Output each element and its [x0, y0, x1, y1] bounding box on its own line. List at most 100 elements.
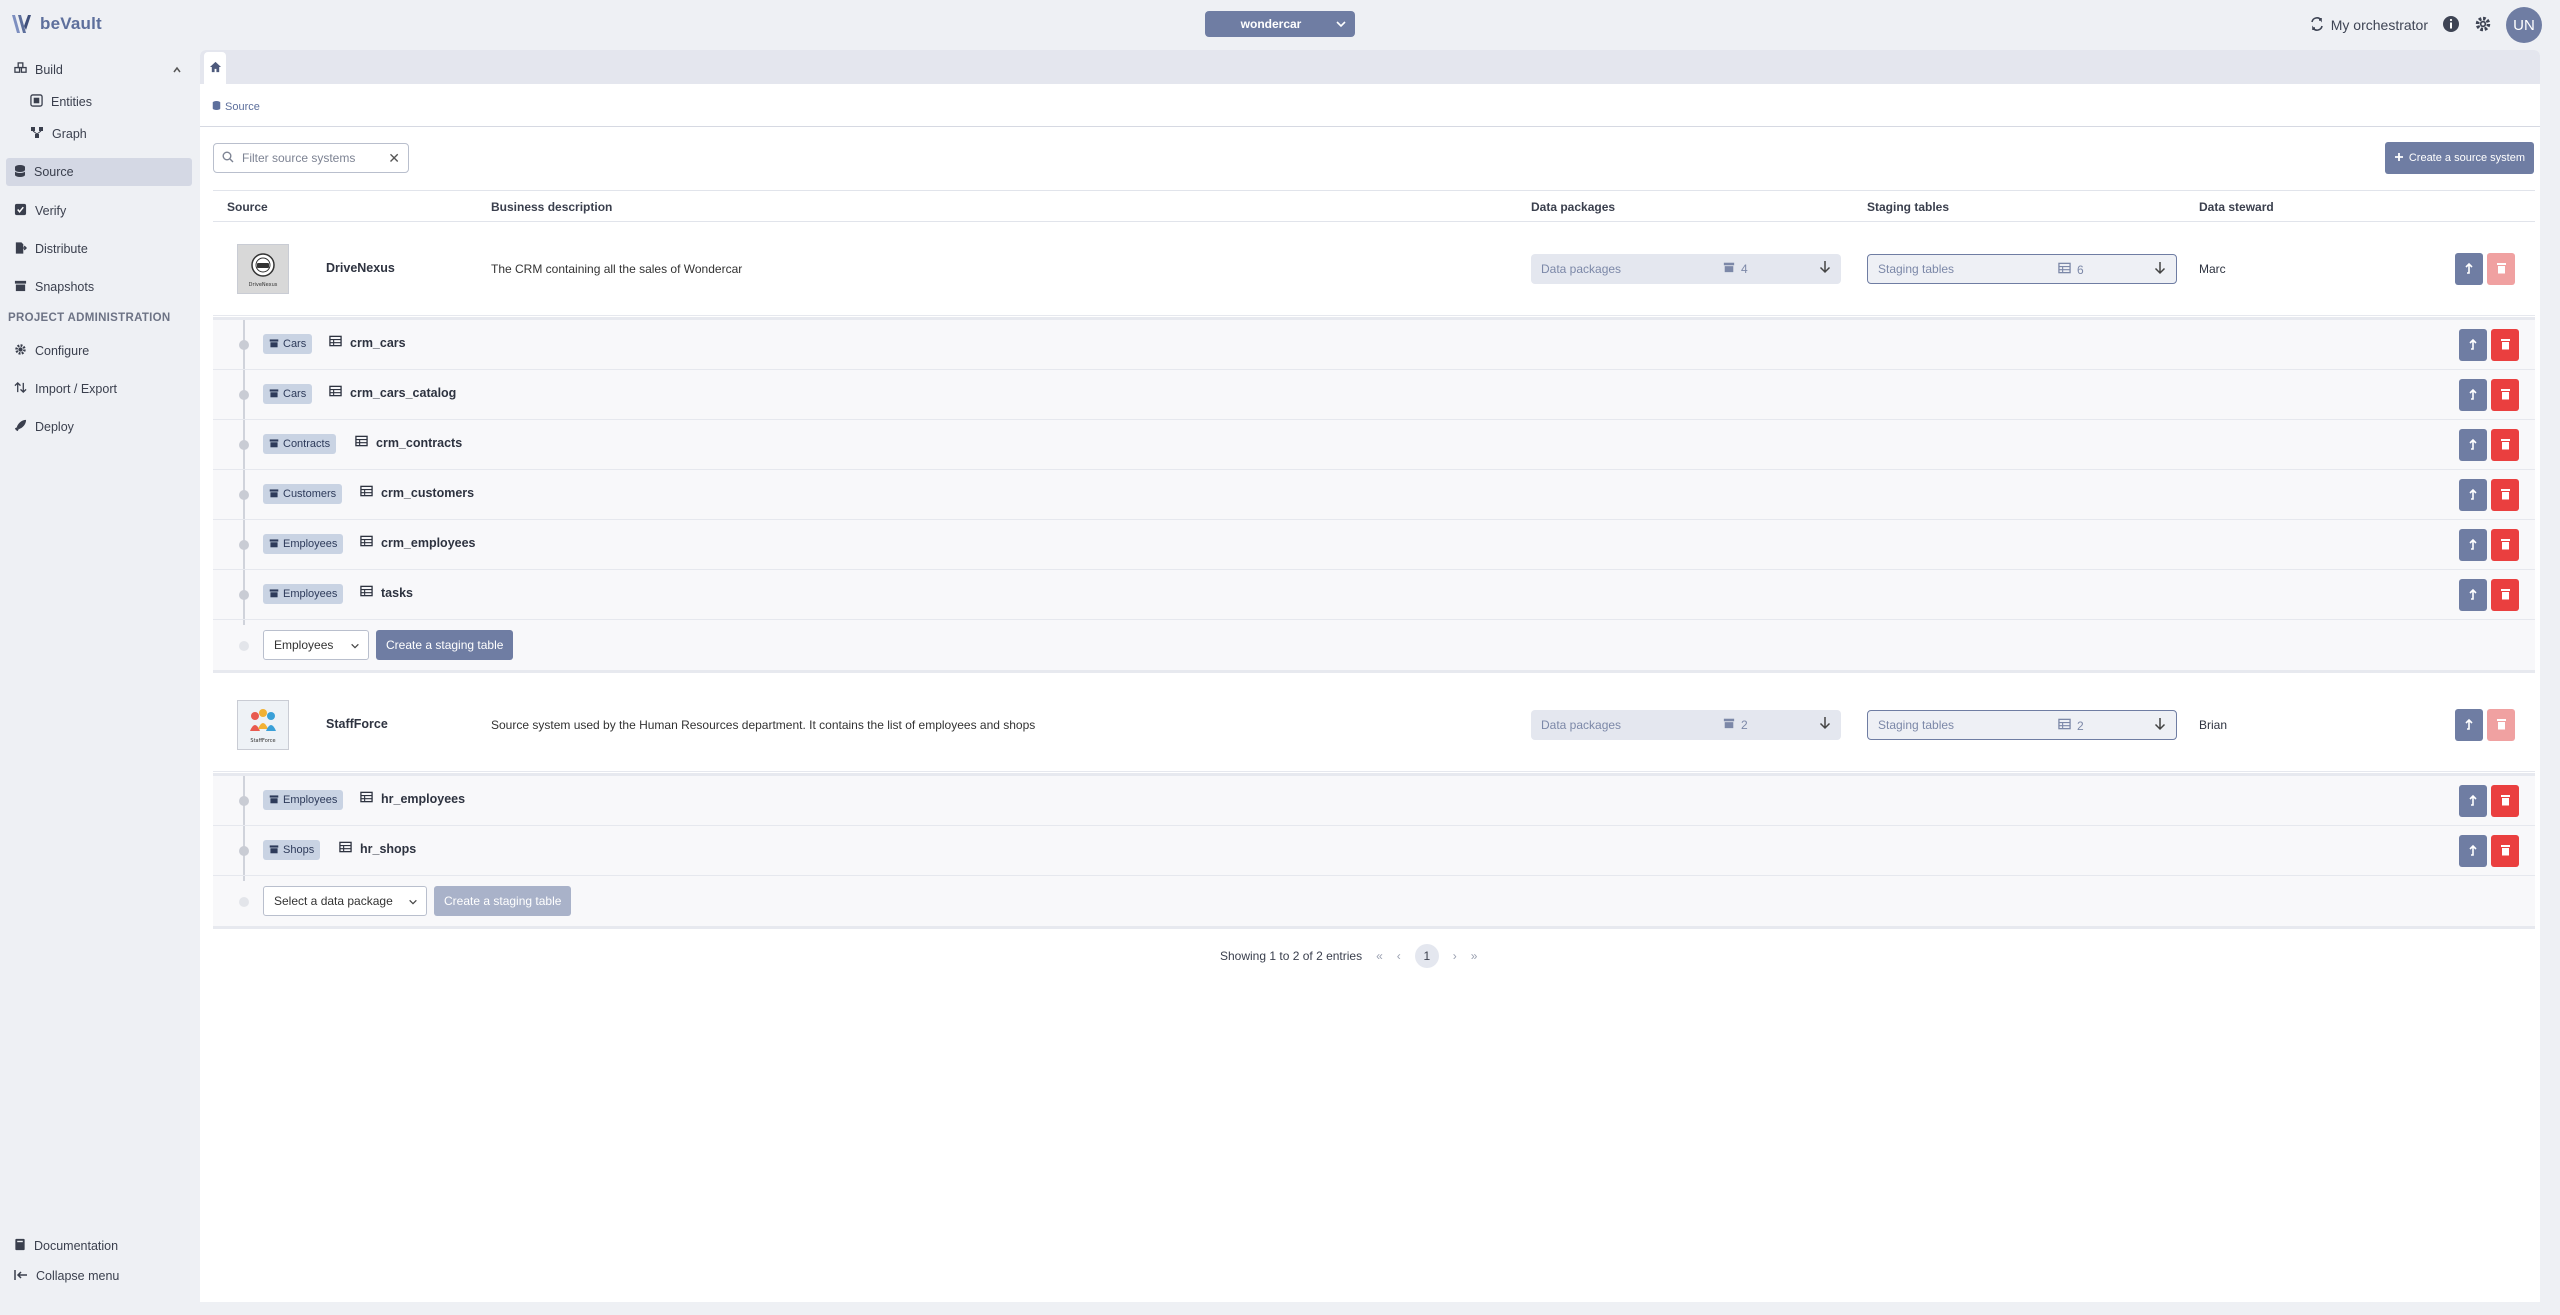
- staging-table-name[interactable]: crm_employees: [360, 535, 476, 550]
- prev-page-button[interactable]: ‹: [1397, 949, 1401, 963]
- table-row[interactable]: Cars crm_cars_catalog: [213, 370, 2535, 420]
- open-staging-button[interactable]: [2459, 429, 2487, 461]
- staging-tables-label: Staging tables: [1878, 262, 1955, 276]
- create-staging-table-button[interactable]: Create a staging table: [434, 886, 572, 916]
- user-avatar[interactable]: UN: [2506, 7, 2542, 43]
- staging-tables-dropdown[interactable]: Staging tables 2: [1867, 710, 2177, 740]
- open-source-button[interactable]: [2455, 253, 2483, 285]
- delete-staging-button[interactable]: [2491, 479, 2519, 511]
- info-icon[interactable]: [2442, 15, 2460, 36]
- package-name: Customers: [283, 488, 337, 500]
- project-select[interactable]: wondercar: [1205, 11, 1355, 37]
- package-badge: Employees: [263, 534, 344, 554]
- archive-icon: [269, 438, 279, 451]
- app-logo[interactable]: beVault: [10, 10, 102, 38]
- sidebar-item-snapshots[interactable]: Snapshots: [6, 273, 192, 301]
- gear-icon[interactable]: [2474, 15, 2492, 36]
- table-row[interactable]: Shops hr_shops: [213, 826, 2535, 876]
- table-row[interactable]: DriveNexus DriveNexus The CRM containing…: [213, 222, 2535, 316]
- staging-tables-label: Staging tables: [1878, 718, 1955, 732]
- staging-table-name[interactable]: crm_cars: [329, 335, 406, 350]
- table-row[interactable]: Employees crm_employees: [213, 520, 2535, 570]
- create-staging-table-button[interactable]: Create a staging table: [376, 630, 514, 660]
- staging-table-name[interactable]: tasks: [360, 585, 413, 600]
- trash-icon: [2496, 262, 2507, 277]
- orchestrator-button[interactable]: My orchestrator: [2309, 16, 2428, 35]
- sidebar-item-label: Build: [35, 63, 63, 77]
- table-row[interactable]: Customers crm_customers: [213, 470, 2535, 520]
- open-staging-button[interactable]: [2459, 479, 2487, 511]
- open-staging-button[interactable]: [2459, 579, 2487, 611]
- sidebar-item-build[interactable]: Build: [6, 56, 192, 84]
- delete-staging-button[interactable]: [2491, 579, 2519, 611]
- current-page-button[interactable]: 1: [1414, 944, 1439, 968]
- table-row[interactable]: Cars crm_cars: [213, 320, 2535, 370]
- staging-tables-dropdown[interactable]: Staging tables 6: [1867, 254, 2177, 284]
- delete-staging-button[interactable]: [2491, 835, 2519, 867]
- delete-staging-button[interactable]: [2491, 785, 2519, 817]
- table-row[interactable]: Contracts crm_contracts: [213, 420, 2535, 470]
- open-staging-button[interactable]: [2459, 529, 2487, 561]
- data-packages-label: Data packages: [1541, 718, 1622, 732]
- sidebar-item-documentation[interactable]: Documentation: [6, 1232, 192, 1260]
- sidebar-item-deploy[interactable]: Deploy: [6, 413, 192, 441]
- package-name: Employees: [283, 794, 338, 806]
- column-data-packages[interactable]: Data packages: [1531, 200, 1615, 214]
- staging-table-name[interactable]: hr_employees: [360, 791, 465, 806]
- sidebar-item-entities[interactable]: Entities: [6, 88, 192, 116]
- trash-icon: [2500, 538, 2511, 553]
- staging-table-name[interactable]: crm_customers: [360, 485, 474, 500]
- trash-icon: [2500, 794, 2511, 809]
- clear-icon[interactable]: ✕: [388, 150, 400, 167]
- sidebar-item-import-export[interactable]: Import / Export: [6, 375, 192, 403]
- package-badge: Employees: [263, 790, 344, 810]
- next-page-button[interactable]: ›: [1453, 949, 1457, 963]
- arrow-down-icon: [1819, 716, 1831, 733]
- staging-tables-panel: Cars crm_cars Cars crm_cars_catalog Cont…: [213, 317, 2535, 673]
- table-row[interactable]: Employees hr_employees: [213, 776, 2535, 826]
- data-packages-label: Data packages: [1541, 262, 1622, 276]
- data-packages-dropdown[interactable]: Data packages 2: [1531, 710, 1841, 740]
- tab-home[interactable]: [204, 52, 226, 84]
- column-data-steward[interactable]: Data steward: [2199, 200, 2274, 214]
- table-row[interactable]: Employees tasks: [213, 570, 2535, 620]
- staging-table-name[interactable]: hr_shops: [339, 841, 416, 856]
- last-page-button[interactable]: »: [1471, 949, 1478, 963]
- staging-table-name[interactable]: crm_cars_catalog: [329, 385, 456, 400]
- data-packages-count: 4: [1741, 261, 1748, 276]
- sidebar-item-configure[interactable]: Configure: [6, 337, 192, 365]
- delete-staging-button[interactable]: [2491, 329, 2519, 361]
- delete-source-button[interactable]: [2487, 709, 2515, 741]
- delete-staging-button[interactable]: [2491, 379, 2519, 411]
- open-staging-button[interactable]: [2459, 835, 2487, 867]
- table-row[interactable]: StaffForce StaffForce Source system used…: [213, 678, 2535, 772]
- open-staging-button[interactable]: [2459, 785, 2487, 817]
- collapse-menu-button[interactable]: Collapse menu: [6, 1262, 192, 1290]
- sidebar-item-distribute[interactable]: Distribute: [6, 235, 192, 263]
- filter-source-input[interactable]: Filter source systems ✕: [213, 143, 409, 173]
- delete-source-button[interactable]: [2487, 253, 2515, 285]
- sidebar: Build Entities Graph Source Verify Distr…: [0, 50, 200, 1315]
- sidebar-item-verify[interactable]: Verify: [6, 197, 192, 225]
- breadcrumb: Source: [212, 100, 260, 114]
- open-source-button[interactable]: [2455, 709, 2483, 741]
- open-staging-button[interactable]: [2459, 329, 2487, 361]
- column-staging-tables[interactable]: Staging tables: [1867, 200, 1949, 214]
- breadcrumb-source[interactable]: Source: [225, 101, 260, 113]
- logo-text: beVault: [40, 14, 102, 33]
- data-packages-dropdown[interactable]: Data packages 4: [1531, 254, 1841, 284]
- first-page-button[interactable]: «: [1376, 949, 1383, 963]
- delete-staging-button[interactable]: [2491, 429, 2519, 461]
- staging-tables-count: 2: [2077, 718, 2084, 733]
- column-description[interactable]: Business description: [491, 200, 612, 214]
- chevron-down-icon: [1335, 18, 1347, 33]
- sidebar-item-source[interactable]: Source: [6, 158, 192, 186]
- create-source-system-button[interactable]: Create a source system: [2384, 142, 2534, 174]
- data-package-select[interactable]: Employees: [263, 630, 369, 660]
- delete-staging-button[interactable]: [2491, 529, 2519, 561]
- open-staging-button[interactable]: [2459, 379, 2487, 411]
- staging-table-name[interactable]: crm_contracts: [355, 435, 462, 450]
- data-package-select[interactable]: Select a data package: [263, 886, 427, 916]
- column-source[interactable]: Source: [227, 200, 268, 214]
- sidebar-item-graph[interactable]: Graph: [6, 120, 192, 148]
